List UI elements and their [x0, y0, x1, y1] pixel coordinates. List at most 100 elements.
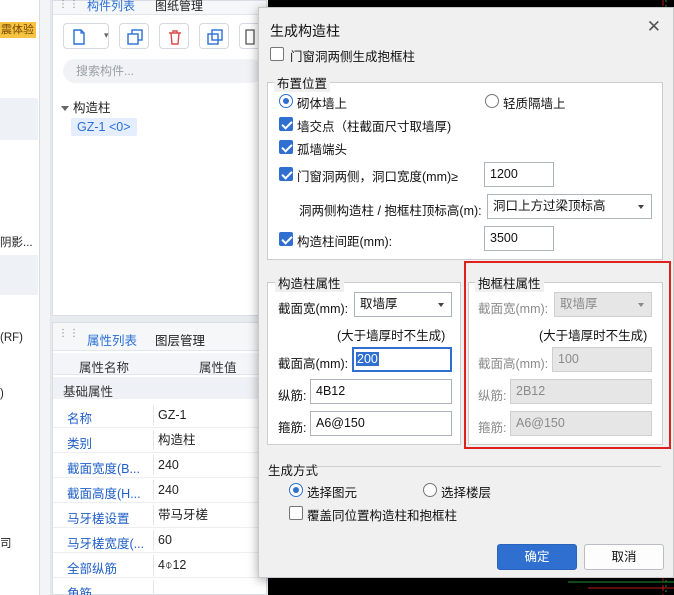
property-name: 类别: [67, 437, 93, 451]
overwrite-checkbox[interactable]: [289, 506, 303, 520]
column-height-input[interactable]: 200: [352, 347, 452, 372]
property-row[interactable]: 马牙槎宽度(... 60: [53, 528, 266, 553]
frame-long-bar-label: 纵筋:: [478, 389, 507, 403]
column-width-label: 截面宽(mm):: [278, 302, 349, 316]
tab-property-list[interactable]: 属性列表: [87, 330, 137, 349]
tree-item-gz1[interactable]: GZ-1 <0>: [71, 118, 137, 136]
new-component-button[interactable]: ▾: [63, 23, 109, 49]
generate-mode-title: 生成方式: [268, 464, 319, 478]
radio-select-floor[interactable]: [423, 483, 437, 497]
delete-component-button[interactable]: [159, 23, 189, 49]
property-value[interactable]: 240: [153, 455, 263, 475]
property-value[interactable]: 60: [153, 530, 263, 550]
tree-node-label: 构造柱: [73, 101, 111, 115]
frame-stirrup-label: 箍筋:: [478, 421, 507, 435]
door-window-frame-checkbox[interactable]: [270, 47, 284, 61]
copy-component-button[interactable]: [119, 23, 149, 49]
top-elevation-select[interactable]: 洞口上方过梁顶标高: [487, 194, 652, 219]
dialog-title: 生成构造柱: [270, 23, 340, 39]
tab-drawing-management[interactable]: 图纸管理: [155, 0, 203, 14]
overwrite-label: 覆盖同位置构造柱和抱框柱: [307, 509, 458, 523]
property-table-header: 属性名称 属性值: [53, 353, 266, 375]
column-height-value: 200: [356, 352, 379, 366]
property-row[interactable]: 名称 GZ-1: [53, 403, 266, 428]
column-width-select[interactable]: 取墙厚: [354, 292, 452, 317]
property-panel: ⋮⋮ 属性列表 图层管理 属性名称 属性值 基础属性 名称 GZ-1 类别 构造柱 截面…: [52, 322, 267, 595]
property-name: 名称: [67, 412, 93, 426]
wall-intersection-label: 墙交点（柱截面尺寸取墙厚): [297, 120, 452, 134]
property-name: 截面高度(H...: [67, 487, 141, 501]
property-value[interactable]: GZ-1: [153, 405, 263, 425]
property-name: 角筋: [67, 587, 93, 595]
column-stirrup-input[interactable]: A6@150: [310, 411, 452, 436]
radio-masonry-wall-label: 砌体墙上: [297, 97, 348, 111]
property-value[interactable]: 240: [153, 480, 263, 500]
opening-width-input[interactable]: 1200: [484, 162, 554, 187]
frame-height-label: 截面高(mm):: [478, 357, 549, 371]
left-strip-selected-row[interactable]: [0, 98, 38, 140]
radio-light-partition-label: 轻质隔墙上: [503, 97, 566, 111]
property-row[interactable]: 全部纵筋 4⌽12: [53, 553, 266, 578]
column-long-bar-input[interactable]: 4B12: [310, 379, 452, 404]
property-row[interactable]: 类别 构造柱: [53, 428, 266, 453]
frame-long-bar-input: 2B12: [510, 379, 652, 404]
column-props-title: 构造柱属性: [275, 273, 344, 292]
frame-width-select: 取墙厚: [554, 292, 652, 317]
drag-handle-icon[interactable]: ⋮⋮: [58, 0, 80, 10]
wall-intersection-checkbox[interactable]: [279, 117, 293, 131]
document-icon: [245, 29, 255, 45]
property-row[interactable]: 角筋: [53, 578, 266, 595]
frame-width-label: 截面宽(mm):: [478, 302, 549, 316]
radio-select-floor-label: 选择楼层: [441, 486, 492, 500]
property-value[interactable]: 带马牙槎: [153, 505, 263, 525]
column-width-note: (大于墙厚时不生成): [337, 329, 446, 343]
radio-select-element[interactable]: [289, 483, 303, 497]
column-stirrup-label: 箍筋:: [278, 421, 307, 435]
left-strip-label-si: 司: [0, 538, 12, 550]
property-row[interactable]: 截面高度(H... 240: [53, 478, 266, 503]
isolated-wall-end-label: 孤墙端头: [297, 143, 348, 157]
door-window-sides-checkbox[interactable]: [279, 167, 293, 181]
tab-layer-management[interactable]: 图层管理: [155, 330, 205, 349]
left-strip-label-rf: (RF): [0, 332, 23, 344]
cancel-button[interactable]: 取消: [584, 544, 664, 570]
ok-button[interactable]: 确定: [497, 544, 577, 570]
left-strip-selected-row-2[interactable]: [0, 255, 38, 295]
radio-light-partition[interactable]: [485, 94, 499, 108]
experience-badge[interactable]: 震体验: [0, 22, 36, 38]
component-search-input[interactable]: 搜索构件...: [63, 59, 263, 83]
left-scrollbar[interactable]: [40, 0, 51, 595]
duplicate-layer-button[interactable]: [199, 23, 229, 49]
copy-icon: [127, 29, 143, 45]
component-list-panel: ⋮⋮ 构件列表 图纸管理 ▾ 搜索构件... 构造柱 GZ-1 <0>: [52, 0, 267, 316]
isolated-wall-end-checkbox[interactable]: [279, 140, 293, 154]
radio-masonry-wall[interactable]: [279, 94, 293, 108]
property-value[interactable]: 4⌽12: [153, 555, 263, 575]
left-strip-label-shadow: 阴影...: [0, 237, 33, 249]
col-property-value: 属性值: [199, 361, 237, 375]
column-spacing-input[interactable]: 3500: [484, 226, 554, 251]
component-tabbar: ⋮⋮ 构件列表 图纸管理: [53, 0, 266, 15]
tab-component-list[interactable]: 构件列表: [87, 0, 135, 14]
property-row[interactable]: 马牙槎设置 带马牙槎: [53, 503, 266, 528]
property-name: 截面宽度(B...: [67, 462, 140, 476]
column-spacing-checkbox[interactable]: [279, 232, 293, 246]
col-property-name: 属性名称: [79, 361, 130, 375]
expand-triangle-icon[interactable]: [61, 106, 69, 112]
tree-node-construction-column[interactable]: 构造柱: [61, 97, 111, 116]
drag-handle-icon[interactable]: ⋮⋮: [58, 328, 80, 339]
frame-height-input: 100: [552, 347, 652, 372]
close-icon[interactable]: ✕: [647, 18, 661, 35]
property-value[interactable]: 构造柱: [153, 430, 263, 450]
property-value[interactable]: [153, 580, 263, 595]
property-row[interactable]: 截面宽度(B... 240: [53, 453, 266, 478]
property-group-basic[interactable]: 基础属性: [53, 377, 266, 399]
radio-select-element-label: 选择图元: [307, 486, 358, 500]
column-long-bar-label: 纵筋:: [278, 389, 307, 403]
layers-icon: [207, 29, 223, 45]
chevron-down-icon[interactable]: ▾: [104, 30, 109, 41]
property-tabbar: ⋮⋮ 属性列表 图层管理: [53, 323, 266, 351]
generate-mode-divider: [315, 466, 661, 467]
frame-stirrup-input: A6@150: [510, 411, 652, 436]
frame-props-title: 抱框柱属性: [475, 273, 544, 292]
